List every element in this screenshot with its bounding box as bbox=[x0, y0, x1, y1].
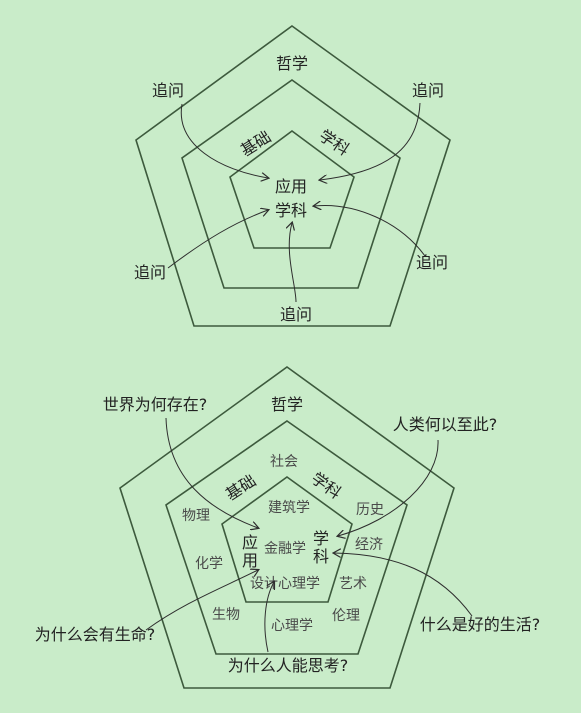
discipline-char-2: 科 bbox=[313, 547, 329, 566]
question-world: 世界为何存在? bbox=[103, 395, 208, 414]
ask-label-top-left: 追问 bbox=[152, 81, 184, 100]
topic-ethics: 伦理 bbox=[332, 608, 360, 624]
discipline-label: 学科 bbox=[316, 126, 353, 160]
topic-art: 艺术 bbox=[339, 576, 367, 592]
arrow-thinking bbox=[264, 582, 274, 653]
arrow-left bbox=[167, 210, 268, 269]
arrow-bottom bbox=[289, 223, 297, 303]
question-life: 为什么会有生命? bbox=[35, 625, 156, 644]
applied-char-2: 用 bbox=[242, 551, 258, 570]
diagram-top: 哲学 基础 学科 应用 学科 追问 追问 追问 追问 追问 bbox=[134, 25, 451, 327]
philosophy-label: 哲学 bbox=[276, 54, 308, 73]
question-good-life: 什么是好的生活? bbox=[420, 615, 541, 634]
foundation-label: 基础 bbox=[222, 471, 259, 504]
ask-label-right: 追问 bbox=[416, 253, 448, 272]
foundation-label: 基础 bbox=[237, 127, 274, 160]
discipline-char-1: 学 bbox=[313, 529, 329, 548]
discipline-label: 学科 bbox=[308, 469, 345, 503]
applied-char-1: 应 bbox=[242, 533, 258, 552]
applied-label: 应用 bbox=[275, 177, 307, 196]
question-thinking: 为什么人能思考? bbox=[228, 656, 349, 675]
ask-label-top-right: 追问 bbox=[412, 81, 444, 100]
diagram-bottom: 哲学 基础 学科 应 用 学 科 社会 物理 化学 生物 历史 经济 艺术 伦理… bbox=[35, 366, 541, 689]
philosophy-label: 哲学 bbox=[271, 395, 303, 414]
topic-economics: 经济 bbox=[355, 537, 383, 553]
arrow-humanity bbox=[338, 439, 439, 536]
topic-history: 历史 bbox=[356, 502, 384, 518]
diagram-svg: 哲学 基础 学科 应用 学科 追问 追问 追问 追问 追问 哲学 基础 学科 应… bbox=[35, 25, 541, 689]
topic-design-psychology: 设计心理学 bbox=[250, 576, 320, 592]
question-humanity: 人类何以至此? bbox=[393, 415, 498, 434]
topic-chemistry: 化学 bbox=[195, 556, 223, 572]
topic-biology: 生物 bbox=[212, 607, 240, 623]
diagram-canvas: 哲学 基础 学科 应用 学科 追问 追问 追问 追问 追问 哲学 基础 学科 应… bbox=[0, 0, 581, 709]
ask-label-left: 追问 bbox=[134, 263, 166, 282]
ask-label-bottom: 追问 bbox=[280, 305, 312, 324]
topic-physics: 物理 bbox=[182, 508, 210, 524]
topic-architecture: 建筑学 bbox=[268, 500, 310, 516]
applied-discipline-label: 学科 bbox=[275, 201, 307, 220]
topic-psychology: 心理学 bbox=[271, 618, 313, 634]
topic-finance: 金融学 bbox=[264, 541, 306, 557]
topic-society: 社会 bbox=[270, 454, 298, 470]
